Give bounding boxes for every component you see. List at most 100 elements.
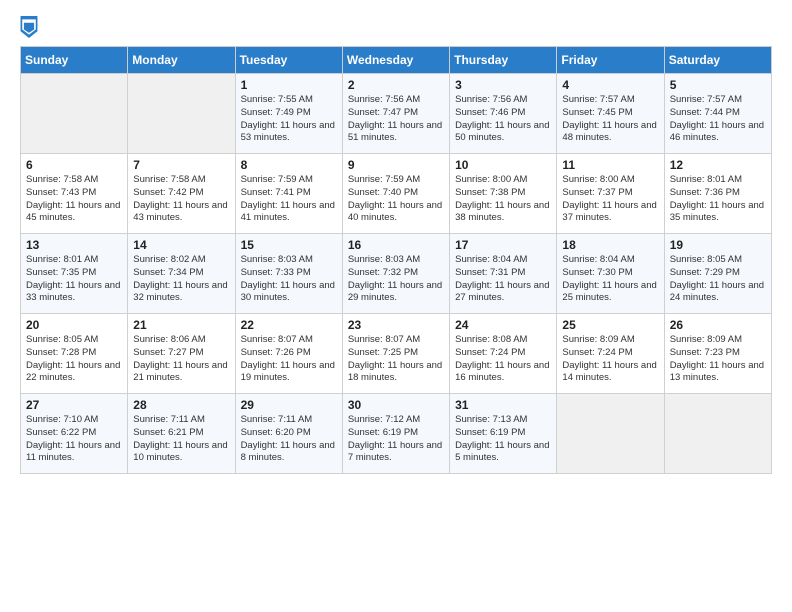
calendar-row: 20 Sunrise: 8:05 AM Sunset: 7:28 PM Dayli… bbox=[21, 314, 772, 394]
calendar-cell: 27Sunrise: 7:10 AM Sunset: 6:22 PM Dayli… bbox=[21, 394, 128, 474]
calendar-cell: 29 Sunrise: 7:11 AM Sunset: 6:20 PM Dayli… bbox=[235, 394, 342, 474]
day-number: 26 bbox=[670, 318, 767, 332]
day-header: Friday bbox=[557, 47, 664, 74]
calendar-cell: 5Sunrise: 7:57 AM Sunset: 7:44 PM Daylig… bbox=[664, 74, 771, 154]
day-info: Sunrise: 7:57 AM Sunset: 7:44 PM Dayligh… bbox=[670, 94, 767, 145]
day-info: Sunrise: 7:56 AM Sunset: 7:47 PM Dayligh… bbox=[348, 94, 445, 145]
day-number: 21 bbox=[133, 318, 230, 332]
day-number: 24 bbox=[455, 318, 552, 332]
calendar-cell: 23 Sunrise: 8:07 AM Sunset: 7:25 PM Dayli… bbox=[342, 314, 449, 394]
day-number: 19 bbox=[670, 238, 767, 252]
day-info: Sunrise: 7:11 AM Sunset: 6:21 PM Dayligh… bbox=[133, 414, 230, 465]
calendar-cell: 10Sunrise: 8:00 AM Sunset: 7:38 PM Dayli… bbox=[450, 154, 557, 234]
calendar-cell: 25 Sunrise: 8:09 AM Sunset: 7:24 PM Dayli… bbox=[557, 314, 664, 394]
header-row: SundayMondayTuesdayWednesdayThursdayFrid… bbox=[21, 47, 772, 74]
day-header: Thursday bbox=[450, 47, 557, 74]
day-info: Sunrise: 8:03 AM Sunset: 7:32 PM Dayligh… bbox=[348, 254, 445, 305]
day-number: 22 bbox=[241, 318, 338, 332]
day-number: 11 bbox=[562, 158, 659, 172]
calendar-row: 1Sunrise: 7:55 AM Sunset: 7:49 PM Daylig… bbox=[21, 74, 772, 154]
day-info: Sunrise: 8:09 AM Sunset: 7:23 PM Dayligh… bbox=[670, 334, 767, 385]
calendar-cell: 14 Sunrise: 8:02 AM Sunset: 7:34 PM Dayli… bbox=[128, 234, 235, 314]
day-info: Sunrise: 8:05 AM Sunset: 7:28 PM Dayligh… bbox=[26, 334, 123, 385]
day-info: Sunrise: 8:07 AM Sunset: 7:25 PM Dayligh… bbox=[348, 334, 445, 385]
calendar-cell: 1Sunrise: 7:55 AM Sunset: 7:49 PM Daylig… bbox=[235, 74, 342, 154]
calendar-cell: 20 Sunrise: 8:05 AM Sunset: 7:28 PM Dayli… bbox=[21, 314, 128, 394]
logo-icon bbox=[20, 16, 38, 38]
calendar-cell: 6 Sunrise: 7:58 AM Sunset: 7:43 PM Daylig… bbox=[21, 154, 128, 234]
day-header: Saturday bbox=[664, 47, 771, 74]
day-info: Sunrise: 8:09 AM Sunset: 7:24 PM Dayligh… bbox=[562, 334, 659, 385]
calendar-cell: 31 Sunrise: 7:13 AM Sunset: 6:19 PM Dayli… bbox=[450, 394, 557, 474]
calendar-cell bbox=[557, 394, 664, 474]
calendar-cell: 30 Sunrise: 7:12 AM Sunset: 6:19 PM Dayli… bbox=[342, 394, 449, 474]
day-info: Sunrise: 8:07 AM Sunset: 7:26 PM Dayligh… bbox=[241, 334, 338, 385]
day-number: 31 bbox=[455, 398, 552, 412]
calendar-cell: 24 Sunrise: 8:08 AM Sunset: 7:24 PM Dayli… bbox=[450, 314, 557, 394]
calendar-cell: 28 Sunrise: 7:11 AM Sunset: 6:21 PM Dayli… bbox=[128, 394, 235, 474]
day-number: 2 bbox=[348, 78, 445, 92]
calendar-cell: 26 Sunrise: 8:09 AM Sunset: 7:23 PM Dayli… bbox=[664, 314, 771, 394]
calendar-cell: 12 Sunrise: 8:01 AM Sunset: 7:36 PM Dayli… bbox=[664, 154, 771, 234]
day-info: Sunrise: 7:58 AM Sunset: 7:43 PM Dayligh… bbox=[26, 174, 123, 225]
day-info: Sunrise: 8:04 AM Sunset: 7:30 PM Dayligh… bbox=[562, 254, 659, 305]
header bbox=[20, 16, 772, 38]
calendar-cell: 8 Sunrise: 7:59 AM Sunset: 7:41 PM Daylig… bbox=[235, 154, 342, 234]
calendar-cell: 3 Sunrise: 7:56 AM Sunset: 7:46 PM Daylig… bbox=[450, 74, 557, 154]
day-number: 20 bbox=[26, 318, 123, 332]
calendar-cell: 7Sunrise: 7:58 AM Sunset: 7:42 PM Daylig… bbox=[128, 154, 235, 234]
calendar-cell: 16 Sunrise: 8:03 AM Sunset: 7:32 PM Dayli… bbox=[342, 234, 449, 314]
day-number: 30 bbox=[348, 398, 445, 412]
day-number: 14 bbox=[133, 238, 230, 252]
day-number: 9 bbox=[348, 158, 445, 172]
day-info: Sunrise: 8:00 AM Sunset: 7:38 PM Dayligh… bbox=[455, 174, 552, 225]
day-number: 6 bbox=[26, 158, 123, 172]
day-number: 3 bbox=[455, 78, 552, 92]
day-header: Tuesday bbox=[235, 47, 342, 74]
day-number: 8 bbox=[241, 158, 338, 172]
day-info: Sunrise: 8:03 AM Sunset: 7:33 PM Dayligh… bbox=[241, 254, 338, 305]
day-info: Sunrise: 7:13 AM Sunset: 6:19 PM Dayligh… bbox=[455, 414, 552, 465]
calendar-row: 6 Sunrise: 7:58 AM Sunset: 7:43 PM Daylig… bbox=[21, 154, 772, 234]
calendar-cell: 11Sunrise: 8:00 AM Sunset: 7:37 PM Dayli… bbox=[557, 154, 664, 234]
calendar-row: 13Sunrise: 8:01 AM Sunset: 7:35 PM Dayli… bbox=[21, 234, 772, 314]
calendar-cell: 22 Sunrise: 8:07 AM Sunset: 7:26 PM Dayli… bbox=[235, 314, 342, 394]
day-number: 16 bbox=[348, 238, 445, 252]
day-number: 23 bbox=[348, 318, 445, 332]
day-info: Sunrise: 7:59 AM Sunset: 7:41 PM Dayligh… bbox=[241, 174, 338, 225]
page: SundayMondayTuesdayWednesdayThursdayFrid… bbox=[0, 0, 792, 490]
day-info: Sunrise: 7:12 AM Sunset: 6:19 PM Dayligh… bbox=[348, 414, 445, 465]
day-number: 17 bbox=[455, 238, 552, 252]
day-number: 18 bbox=[562, 238, 659, 252]
day-info: Sunrise: 7:58 AM Sunset: 7:42 PM Dayligh… bbox=[133, 174, 230, 225]
calendar-cell: 18 Sunrise: 8:04 AM Sunset: 7:30 PM Dayli… bbox=[557, 234, 664, 314]
day-info: Sunrise: 7:56 AM Sunset: 7:46 PM Dayligh… bbox=[455, 94, 552, 145]
day-info: Sunrise: 8:01 AM Sunset: 7:35 PM Dayligh… bbox=[26, 254, 123, 305]
day-number: 29 bbox=[241, 398, 338, 412]
calendar-cell: 19 Sunrise: 8:05 AM Sunset: 7:29 PM Dayli… bbox=[664, 234, 771, 314]
day-number: 4 bbox=[562, 78, 659, 92]
day-number: 28 bbox=[133, 398, 230, 412]
day-info: Sunrise: 7:57 AM Sunset: 7:45 PM Dayligh… bbox=[562, 94, 659, 145]
day-info: Sunrise: 7:59 AM Sunset: 7:40 PM Dayligh… bbox=[348, 174, 445, 225]
day-info: Sunrise: 8:02 AM Sunset: 7:34 PM Dayligh… bbox=[133, 254, 230, 305]
day-info: Sunrise: 8:08 AM Sunset: 7:24 PM Dayligh… bbox=[455, 334, 552, 385]
calendar-cell bbox=[128, 74, 235, 154]
calendar-cell bbox=[664, 394, 771, 474]
day-info: Sunrise: 7:11 AM Sunset: 6:20 PM Dayligh… bbox=[241, 414, 338, 465]
logo bbox=[20, 16, 42, 38]
day-number: 1 bbox=[241, 78, 338, 92]
day-info: Sunrise: 8:01 AM Sunset: 7:36 PM Dayligh… bbox=[670, 174, 767, 225]
calendar-cell: 17 Sunrise: 8:04 AM Sunset: 7:31 PM Dayli… bbox=[450, 234, 557, 314]
day-info: Sunrise: 8:06 AM Sunset: 7:27 PM Dayligh… bbox=[133, 334, 230, 385]
calendar-cell: 21 Sunrise: 8:06 AM Sunset: 7:27 PM Dayli… bbox=[128, 314, 235, 394]
day-info: Sunrise: 8:04 AM Sunset: 7:31 PM Dayligh… bbox=[455, 254, 552, 305]
calendar-cell: 9 Sunrise: 7:59 AM Sunset: 7:40 PM Daylig… bbox=[342, 154, 449, 234]
day-header: Monday bbox=[128, 47, 235, 74]
calendar-row: 27Sunrise: 7:10 AM Sunset: 6:22 PM Dayli… bbox=[21, 394, 772, 474]
day-number: 25 bbox=[562, 318, 659, 332]
day-number: 12 bbox=[670, 158, 767, 172]
day-info: Sunrise: 8:05 AM Sunset: 7:29 PM Dayligh… bbox=[670, 254, 767, 305]
calendar-table: SundayMondayTuesdayWednesdayThursdayFrid… bbox=[20, 46, 772, 474]
day-header: Sunday bbox=[21, 47, 128, 74]
